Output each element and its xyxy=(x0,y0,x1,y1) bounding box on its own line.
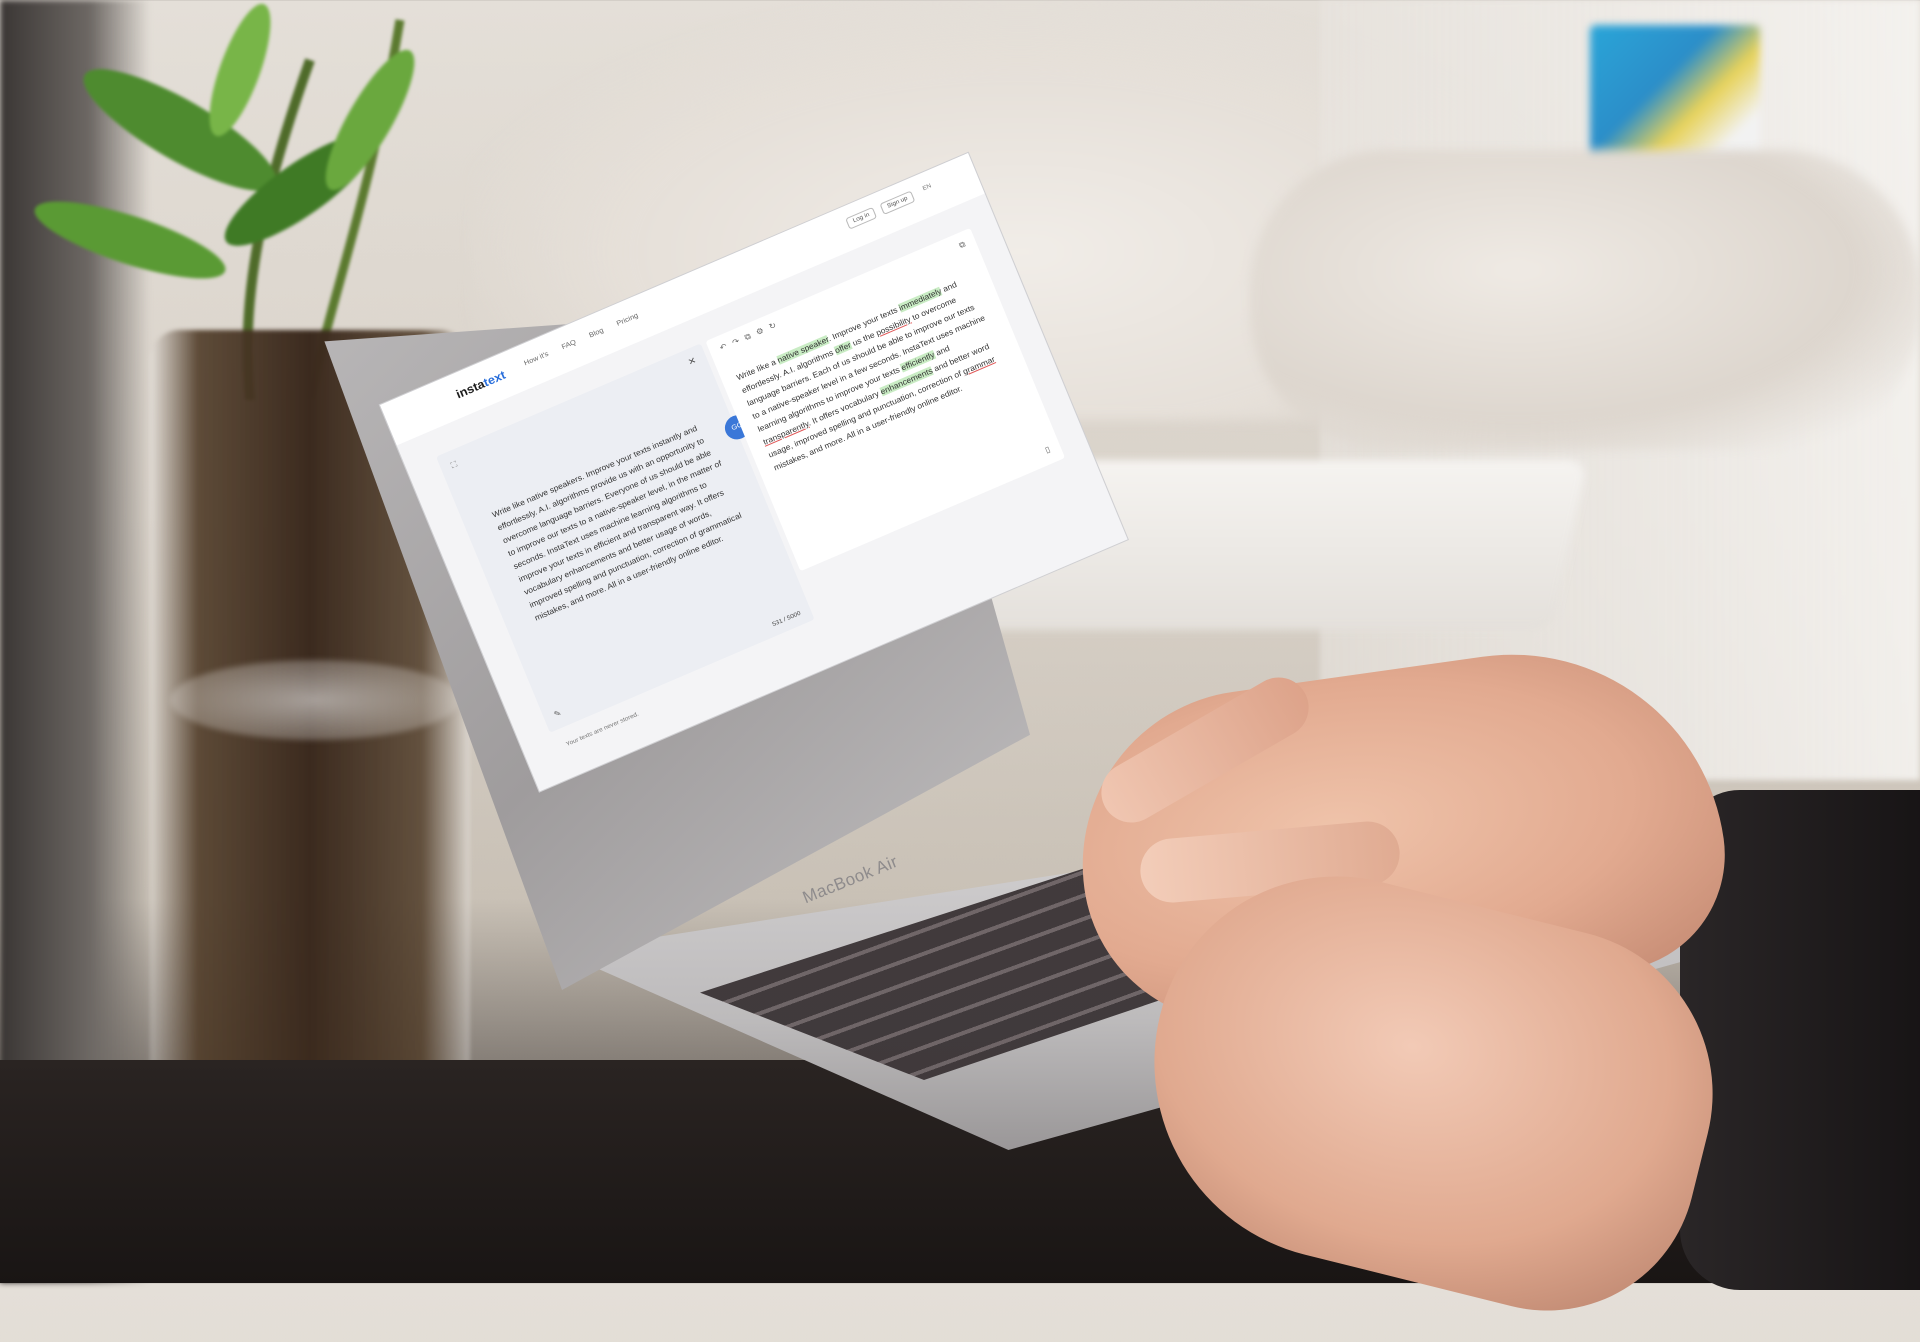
undo-icon[interactable]: ↶ xyxy=(718,342,728,354)
language-selector[interactable]: EN xyxy=(922,183,932,192)
logo-prefix: insta xyxy=(453,376,487,402)
copy-output-icon[interactable]: ⧉ xyxy=(958,239,967,251)
background-chair-seat xyxy=(1250,150,1920,450)
nav-blog[interactable]: Blog xyxy=(588,327,604,339)
clipboard-icon[interactable]: ▯ xyxy=(1044,445,1052,455)
laptop-screen: instatext How it's FAQ Blog Pricing Log … xyxy=(380,153,1128,890)
close-icon[interactable]: ✕ xyxy=(686,355,698,368)
output-segment: and xyxy=(932,343,952,359)
nav-faq[interactable]: FAQ xyxy=(561,339,577,351)
pen-icon[interactable]: ✎ xyxy=(553,708,563,719)
nav-pricing[interactable]: Pricing xyxy=(616,312,640,327)
expand-icon[interactable]: ⛶ xyxy=(450,459,459,471)
nav-how-it-works[interactable]: How it's xyxy=(523,351,549,368)
signup-button[interactable]: Sign up xyxy=(879,190,916,215)
input-text[interactable]: Write like native speakers. Improve your… xyxy=(490,417,753,625)
redo-icon[interactable]: ↷ xyxy=(731,336,741,348)
settings-icon[interactable]: ⚙ xyxy=(755,326,766,338)
copy-icon[interactable]: ⧉ xyxy=(743,331,752,343)
output-text[interactable]: Write like a native speaker. Improve you… xyxy=(734,271,1012,475)
refresh-icon[interactable]: ↻ xyxy=(768,321,778,333)
logo-suffix: text xyxy=(481,367,508,390)
output-toolbar: ↶ ↷ ⧉ ⚙ ↻ xyxy=(718,321,778,354)
character-count: 531 / 5000 xyxy=(771,610,802,629)
app-logo[interactable]: instatext xyxy=(454,368,508,402)
login-button[interactable]: Log in xyxy=(845,206,878,230)
